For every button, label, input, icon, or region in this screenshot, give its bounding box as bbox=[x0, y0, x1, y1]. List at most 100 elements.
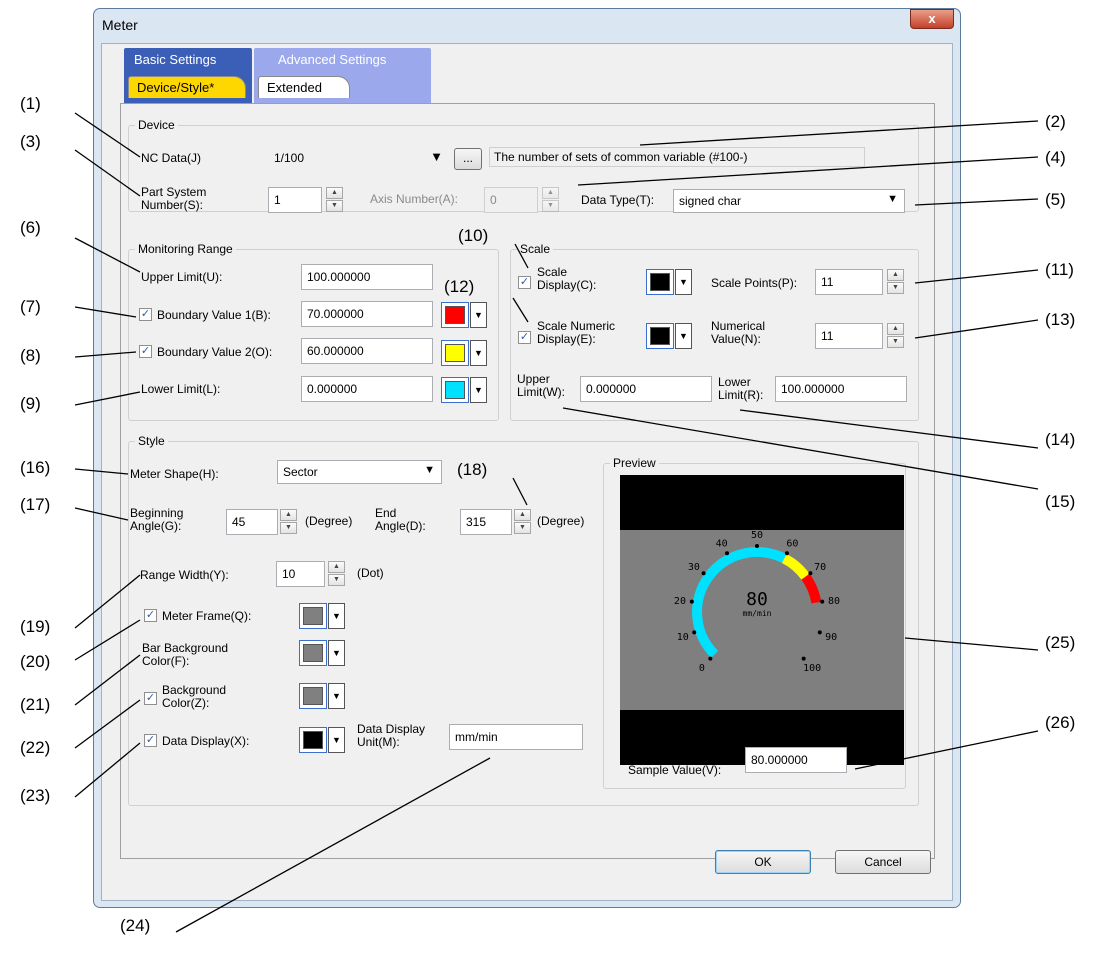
callout-24: (24) bbox=[120, 916, 151, 935]
nc-data-label: NC Data(J) bbox=[141, 151, 202, 165]
scale-display-checkbox[interactable]: ✓ bbox=[518, 276, 531, 289]
gauge-tick-label: 20 bbox=[674, 596, 686, 607]
range-width-label: Range Width(Y): bbox=[140, 568, 229, 582]
spin-down-icon[interactable]: ▼ bbox=[542, 200, 559, 212]
boundary-2-color-picker[interactable]: ▼ bbox=[441, 340, 487, 366]
boundary-1-checkbox[interactable]: ✓ bbox=[139, 308, 152, 321]
numerical-value-input[interactable]: 11 bbox=[815, 323, 883, 349]
lower-limit-label: Lower Limit(L): bbox=[141, 382, 221, 396]
callout-14: (14) bbox=[1045, 430, 1076, 449]
numerical-value-spinner[interactable]: ▲ ▼ bbox=[887, 323, 904, 349]
data-display-checkbox[interactable]: ✓ bbox=[144, 734, 157, 747]
background-swatch bbox=[303, 687, 323, 705]
chevron-down-icon[interactable]: ▼ bbox=[328, 727, 345, 753]
chevron-down-icon[interactable]: ▼ bbox=[328, 603, 345, 629]
callout-8: (8) bbox=[20, 346, 41, 365]
data-type-combo[interactable]: signed char ▼ bbox=[673, 189, 905, 213]
subtab-extended[interactable]: Extended bbox=[258, 76, 350, 98]
scale-points-spinner[interactable]: ▲ ▼ bbox=[887, 269, 904, 295]
bar-background-color-picker[interactable]: ▼ bbox=[299, 640, 345, 666]
spin-up-icon[interactable]: ▲ bbox=[328, 561, 345, 573]
close-button[interactable]: x bbox=[910, 9, 954, 29]
part-system-input[interactable]: 1 bbox=[268, 187, 322, 213]
scale-points-input[interactable]: 11 bbox=[815, 269, 883, 295]
gauge-range-boundary-2 bbox=[781, 554, 810, 580]
lower-limit-color-picker[interactable]: ▼ bbox=[441, 377, 487, 403]
data-display-unit-input[interactable]: mm/min bbox=[449, 724, 583, 750]
part-system-spinner[interactable]: ▲ ▼ bbox=[326, 187, 343, 213]
nc-data-browse-button[interactable]: ... bbox=[454, 148, 482, 170]
spin-down-icon[interactable]: ▼ bbox=[328, 574, 345, 586]
scale-numeric-checkbox[interactable]: ✓ bbox=[518, 331, 531, 344]
callout-16: (16) bbox=[20, 458, 51, 477]
gauge-unit: mm/min bbox=[743, 609, 772, 618]
meter-frame-checkbox[interactable]: ✓ bbox=[144, 609, 157, 622]
spin-up-icon[interactable]: ▲ bbox=[514, 509, 531, 521]
boundary-2-input[interactable]: 60.000000 bbox=[301, 338, 433, 364]
callout-4: (4) bbox=[1045, 148, 1066, 167]
gauge-tick-mark bbox=[689, 599, 694, 604]
part-system-label: Part System Number(S): bbox=[141, 185, 207, 212]
axis-number-spinner[interactable]: ▲ ▼ bbox=[542, 187, 559, 213]
spin-up-icon[interactable]: ▲ bbox=[326, 187, 343, 199]
background-color-picker[interactable]: ▼ bbox=[299, 683, 345, 709]
spin-down-icon[interactable]: ▼ bbox=[887, 336, 904, 348]
spin-up-icon[interactable]: ▲ bbox=[280, 509, 297, 521]
chevron-down-icon[interactable]: ▼ bbox=[328, 683, 345, 709]
scale-lower-limit-input[interactable]: 100.000000 bbox=[775, 376, 907, 402]
style-title: Style bbox=[135, 434, 168, 448]
gauge-tick-label: 100 bbox=[803, 663, 821, 674]
scale-numeric-color-picker[interactable]: ▼ bbox=[646, 323, 692, 349]
chevron-down-icon[interactable]: ▼ bbox=[675, 269, 692, 295]
meter-preview: 0 10 20 30 40 50 60 70 80 90 100 80 mm/min bbox=[620, 475, 904, 765]
axis-number-label: Axis Number(A): bbox=[370, 192, 459, 206]
beginning-angle-spinner[interactable]: ▲ ▼ bbox=[280, 509, 297, 535]
end-angle-input[interactable]: 315 bbox=[460, 509, 512, 535]
chevron-down-icon[interactable]: ▼ bbox=[328, 640, 345, 666]
boundary-1-swatch bbox=[445, 306, 465, 324]
tab-basic-settings[interactable]: Basic Settings Device/Style* bbox=[124, 48, 252, 106]
chevron-down-icon[interactable]: ▼ bbox=[470, 302, 487, 328]
boundary-2-checkbox[interactable]: ✓ bbox=[139, 345, 152, 358]
spin-down-icon[interactable]: ▼ bbox=[514, 522, 531, 534]
scale-display-color-picker[interactable]: ▼ bbox=[646, 269, 692, 295]
gauge-tick-mark bbox=[820, 599, 825, 604]
beginning-degree-unit: (Degree) bbox=[305, 514, 353, 528]
spin-up-icon[interactable]: ▲ bbox=[887, 323, 904, 335]
spin-up-icon[interactable]: ▲ bbox=[542, 187, 559, 199]
scale-upper-limit-input[interactable]: 0.000000 bbox=[580, 376, 712, 402]
chevron-down-icon[interactable]: ▼ bbox=[675, 323, 692, 349]
spin-up-icon[interactable]: ▲ bbox=[887, 269, 904, 281]
ok-button[interactable]: OK bbox=[715, 850, 811, 874]
meter-shape-combo[interactable]: Sector ▼ bbox=[277, 460, 442, 484]
meter-frame-swatch bbox=[303, 607, 323, 625]
chevron-down-icon[interactable]: ▼ bbox=[470, 340, 487, 366]
nc-data-combo[interactable]: 1/100 ▼ bbox=[268, 146, 450, 170]
meter-shape-label: Meter Shape(H): bbox=[130, 467, 219, 481]
data-type-label: Data Type(T): bbox=[581, 193, 655, 207]
boundary-1-color-picker[interactable]: ▼ bbox=[441, 302, 487, 328]
upper-limit-input[interactable]: 100.000000 bbox=[301, 264, 433, 290]
beginning-angle-input[interactable]: 45 bbox=[226, 509, 278, 535]
meter-frame-color-picker[interactable]: ▼ bbox=[299, 603, 345, 629]
spin-down-icon[interactable]: ▼ bbox=[326, 200, 343, 212]
subtab-device-style[interactable]: Device/Style* bbox=[128, 76, 246, 98]
spin-down-icon[interactable]: ▼ bbox=[280, 522, 297, 534]
cancel-button[interactable]: Cancel bbox=[835, 850, 931, 874]
range-width-unit: (Dot) bbox=[357, 566, 384, 580]
lower-limit-input[interactable]: 0.000000 bbox=[301, 376, 433, 402]
axis-number-input[interactable]: 0 bbox=[484, 187, 538, 213]
range-width-input[interactable]: 10 bbox=[276, 561, 325, 587]
end-angle-spinner[interactable]: ▲ ▼ bbox=[514, 509, 531, 535]
sample-value-input[interactable]: 80.000000 bbox=[745, 747, 847, 773]
chevron-down-icon[interactable]: ▼ bbox=[470, 377, 487, 403]
boundary-1-input[interactable]: 70.000000 bbox=[301, 301, 433, 327]
background-color-checkbox[interactable]: ✓ bbox=[144, 692, 157, 705]
data-display-color-picker[interactable]: ▼ bbox=[299, 727, 345, 753]
gauge-range-lower bbox=[692, 547, 787, 658]
spin-down-icon[interactable]: ▼ bbox=[887, 282, 904, 294]
tab-advanced-settings[interactable]: Advanced Settings Extended bbox=[254, 48, 431, 106]
gauge-tick-mark bbox=[808, 571, 813, 576]
callout-3: (3) bbox=[20, 132, 41, 151]
range-width-spinner[interactable]: ▲ ▼ bbox=[328, 561, 345, 587]
